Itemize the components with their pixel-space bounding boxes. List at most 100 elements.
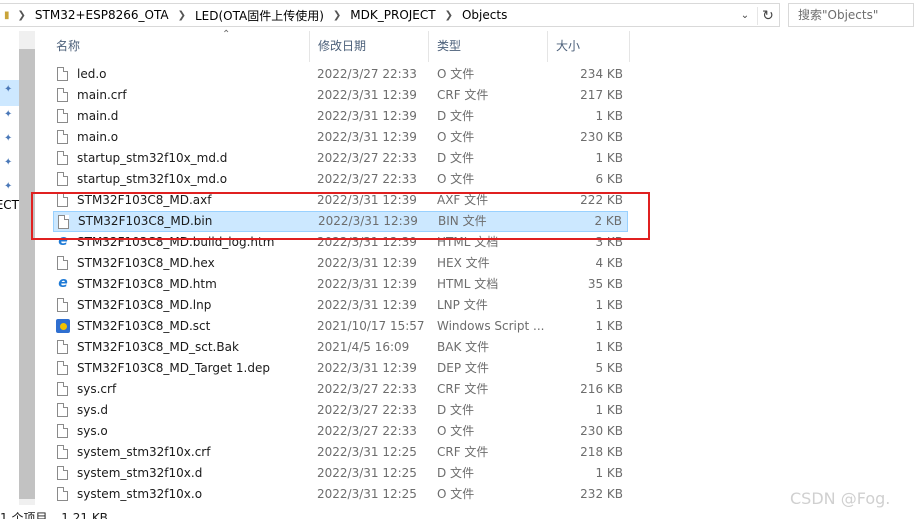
column-name-label: 名称	[56, 39, 81, 53]
file-name: STM32F103C8_MD.hex	[77, 256, 215, 270]
breadcrumb-item[interactable]: Objects	[459, 8, 510, 22]
file-size: 216 KB	[580, 382, 623, 396]
file-type: O 文件	[437, 172, 475, 186]
file-row[interactable]: startup_stm32f10x_md.d 2022/3/27 22:33 D 文…	[53, 148, 628, 169]
file-row[interactable]: sys.d 2022/3/27 22:33 D 文件 1 KB	[53, 400, 628, 421]
chevron-right-icon: ❯	[177, 9, 186, 21]
file-type: BAK 文件	[437, 340, 490, 354]
status-item-count: 1 个项目	[0, 511, 48, 519]
status-size: 1.21 KB	[61, 511, 108, 519]
navigation-pane: ✦ ✦ ✦ ✦ ✦ ECT	[0, 31, 19, 519]
address-bar: ▮ ❯ STM32+ESP8266_OTA ❯ LED(OTA固件上传使用) ❯…	[0, 0, 914, 31]
chevron-right-icon: ❯	[332, 9, 342, 21]
file-icon	[57, 382, 68, 396]
file-icon	[57, 340, 68, 354]
file-name: STM32F103C8_MD.htm	[77, 277, 217, 291]
file-date: 2022/3/31 12:25	[317, 445, 417, 459]
file-size: 5 KB	[595, 361, 623, 375]
chevron-right-icon: ❯	[17, 9, 26, 21]
file-row[interactable]: system_stm32f10x.crf 2022/3/31 12:25 CRF 文…	[53, 442, 628, 463]
file-name: sys.o	[77, 424, 108, 438]
file-size: 1 KB	[595, 340, 623, 354]
breadcrumb-items: ▮ ❯ STM32+ESP8266_OTA ❯ LED(OTA固件上传使用) ❯…	[0, 4, 510, 26]
file-row[interactable]: startup_stm32f10x_md.o 2022/3/27 22:33 O 文…	[53, 169, 628, 190]
search-input[interactable]: 搜索"Objects"	[788, 3, 914, 27]
file-row[interactable]: sys.crf 2022/3/27 22:33 CRF 文件 216 KB	[53, 379, 628, 400]
file-row[interactable]: STM32F103C8_MD.lnp 2022/3/31 12:39 LNP 文件 1…	[53, 295, 628, 316]
column-date[interactable]: 修改日期	[310, 31, 429, 62]
file-icon	[57, 67, 68, 81]
file-size: 4 KB	[595, 256, 623, 270]
file-date: 2022/3/31 12:39	[317, 88, 417, 102]
file-type: CRF 文件	[437, 88, 489, 102]
breadcrumb-item[interactable]: STM32+ESP8266_OTA	[32, 8, 172, 22]
file-row[interactable]: main.o 2022/3/31 12:39 O 文件 230 KB	[53, 127, 628, 148]
file-size: 230 KB	[580, 424, 623, 438]
file-date: 2022/3/27 22:33	[317, 382, 417, 396]
column-type-label: 类型	[437, 39, 462, 53]
file-size: 234 KB	[580, 67, 623, 81]
file-icon	[57, 130, 68, 144]
file-size: 1 KB	[595, 403, 623, 417]
file-type: D 文件	[437, 109, 475, 123]
file-type: HTML 文档	[437, 277, 499, 291]
file-date: 2022/3/27 22:33	[317, 67, 417, 81]
file-name: main.crf	[77, 88, 127, 102]
file-type: D 文件	[437, 466, 475, 480]
file-date: 2022/3/31 12:39	[317, 298, 417, 312]
chevron-down-icon[interactable]: ⌄	[735, 7, 755, 25]
pin-icon: ✦	[4, 157, 13, 168]
refresh-icon[interactable]: ↻	[757, 7, 778, 25]
file-date: 2022/3/31 12:39	[317, 361, 417, 375]
file-name: STM32F103C8_MD.sct	[77, 319, 211, 333]
file-date: 2022/3/31 12:39	[317, 277, 417, 291]
file-name: sys.d	[77, 403, 109, 417]
file-date: 2022/3/31 12:39	[317, 130, 417, 144]
file-size: 1 KB	[595, 151, 623, 165]
ie-icon: e	[58, 275, 68, 291]
file-name: system_stm32f10x.o	[77, 487, 203, 501]
watermark: CSDN @Fog.	[790, 489, 891, 508]
file-row[interactable]: system_stm32f10x.o 2022/3/31 12:25 O 文件 232…	[53, 484, 628, 505]
column-size[interactable]: 大小	[548, 31, 630, 62]
file-row[interactable]: main.d 2022/3/31 12:39 D 文件 1 KB	[53, 106, 628, 127]
chevron-right-icon: ❯	[444, 9, 453, 21]
nav-item-label[interactable]: ECT	[0, 198, 19, 212]
file-type: HEX 文件	[437, 256, 490, 270]
file-row[interactable]: STM32F103C8_MD_Target 1.dep 2022/3/31 12:…	[53, 358, 628, 379]
file-row[interactable]: STM32F103C8_MD.sct 2021/10/17 15:57 Window…	[53, 316, 628, 337]
file-icon	[57, 403, 68, 417]
file-type: O 文件	[437, 130, 475, 144]
file-row[interactable]: sys.o 2022/3/27 22:33 O 文件 230 KB	[53, 421, 628, 442]
breadcrumb-item[interactable]: MDK_PROJECT	[347, 8, 438, 22]
file-row[interactable]: led.o 2022/3/27 22:33 O 文件 234 KB	[53, 64, 628, 85]
file-type: LNP 文件	[437, 298, 488, 312]
column-name[interactable]: ⌃ 名称	[48, 29, 310, 62]
pin-icon: ✦	[4, 109, 13, 120]
column-size-label: 大小	[556, 39, 581, 53]
file-size: 217 KB	[580, 88, 623, 102]
file-row[interactable]: STM32F103C8_MD.hex 2022/3/31 12:39 HEX 文件 4…	[53, 253, 628, 274]
nav-scrollbar-thumb[interactable]	[19, 49, 35, 499]
file-icon	[57, 172, 68, 186]
file-row[interactable]: e STM32F103C8_MD.htm 2022/3/31 12:39 HTML 文…	[53, 274, 628, 295]
file-type: O 文件	[437, 67, 475, 81]
file-name: system_stm32f10x.crf	[77, 445, 211, 459]
file-type: O 文件	[437, 424, 475, 438]
file-size: 232 KB	[580, 487, 623, 501]
file-size: 1 KB	[595, 466, 623, 480]
file-row[interactable]: main.crf 2022/3/31 12:39 CRF 文件 217 KB	[53, 85, 628, 106]
file-icon	[57, 88, 68, 102]
file-size: 218 KB	[580, 445, 623, 459]
file-icon	[57, 445, 68, 459]
file-icon	[57, 466, 68, 480]
file-type: O 文件	[437, 487, 475, 501]
column-type[interactable]: 类型	[429, 31, 548, 62]
file-row[interactable]: system_stm32f10x.d 2022/3/31 12:25 D 文件 1 K…	[53, 463, 628, 484]
file-icon	[57, 256, 68, 270]
file-name: led.o	[77, 67, 107, 81]
breadcrumb[interactable]: ▮ ❯ STM32+ESP8266_OTA ❯ LED(OTA固件上传使用) ❯…	[0, 3, 780, 27]
breadcrumb-item[interactable]: LED(OTA固件上传使用)	[192, 7, 327, 24]
file-row[interactable]: STM32F103C8_MD_sct.Bak 2021/4/5 16:09 BAK …	[53, 337, 628, 358]
file-type: CRF 文件	[437, 382, 489, 396]
